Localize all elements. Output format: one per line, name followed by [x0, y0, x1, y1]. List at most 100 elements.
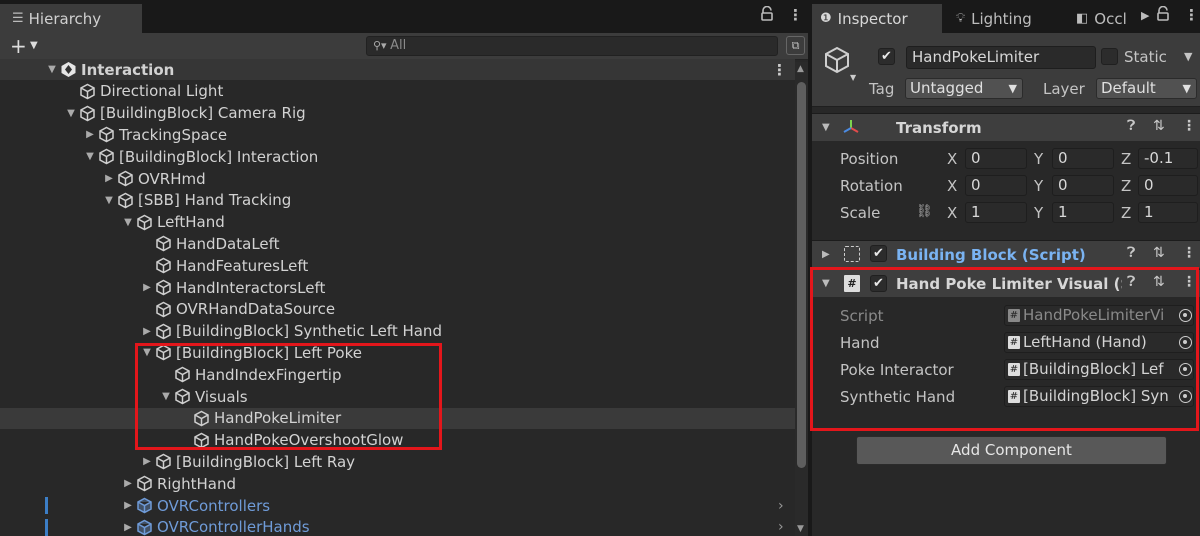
lock-icon[interactable] [760, 5, 774, 25]
gameobject-name-field[interactable]: HandPokeLimiter [906, 46, 1096, 69]
position-y-field[interactable]: 0 [1052, 148, 1114, 169]
prefab-cube-icon [136, 497, 153, 514]
layer-dropdown[interactable]: Default ▼ [1096, 78, 1197, 99]
tab-hierarchy[interactable]: ☰ Hierarchy [0, 4, 142, 33]
scene-visibility-icon[interactable]: ⧉ [786, 36, 805, 55]
scale-x-field[interactable]: 1 [965, 202, 1027, 223]
hierarchy-row-label: HandInteractorsLeft [176, 278, 326, 297]
position-z-field[interactable]: -0.1 [1138, 148, 1198, 169]
tab-scroll-right-icon[interactable]: ▶ [1141, 9, 1149, 22]
rotation-x-field[interactable]: 0 [965, 175, 1027, 196]
hierarchy-row[interactable]: ▼ Interaction ⋮ [0, 59, 795, 80]
open-prefab-arrow-icon[interactable]: › [778, 498, 784, 514]
building-block-header[interactable]: ▶ ✔ Building Block (Script) ❓︎ ⇅ ⋮ [812, 240, 1200, 268]
scale-x-label: X [947, 204, 958, 222]
icon-dropdown-caret[interactable]: ▼ [850, 73, 856, 82]
rotation-y-field[interactable]: 0 [1052, 175, 1114, 196]
inspector-lock-icon[interactable] [1156, 5, 1170, 25]
hierarchy-row[interactable]: HandFeaturesLeft [0, 255, 795, 276]
presets-sliders-icon[interactable]: ⇅ [1153, 118, 1165, 134]
hierarchy-row[interactable]: ▶ OVRHmd [0, 168, 795, 189]
help-icon[interactable]: ❓︎ [1127, 118, 1135, 134]
hierarchy-panel: ☰ Hierarchy ⋮ + ▼ ⚲▾ All ⧉ ▼ Interaction ⋮… [0, 0, 808, 536]
hierarchy-row[interactable]: OVRHandDataSource [0, 299, 795, 320]
tab-inspector[interactable]: ❶ Inspector [812, 4, 942, 33]
foldout-expanded-icon[interactable]: ▼ [65, 108, 77, 119]
foldout-collapsed-icon[interactable]: ▶ [103, 173, 115, 184]
foldout-expanded-icon[interactable]: ▼ [84, 151, 96, 162]
tab-occlusion[interactable]: ◧ Occl [1068, 4, 1135, 33]
transform-axes-icon [842, 118, 860, 140]
hierarchy-row[interactable]: ▼ [SBB] Hand Tracking [0, 190, 795, 211]
hierarchy-row[interactable]: ▶ OVRControllers › [0, 495, 795, 516]
position-x-field[interactable]: 0 [965, 148, 1027, 169]
building-block-enabled-checkbox[interactable]: ✔ [870, 245, 887, 262]
hierarchy-row-label: HandFeaturesLeft [176, 256, 309, 275]
rotation-z-label: Z [1121, 177, 1132, 195]
hierarchy-row[interactable]: ▶ RightHand [0, 473, 795, 494]
hierarchy-row[interactable]: Directional Light [0, 81, 795, 102]
hierarchy-row[interactable]: ▶ TrackingSpace [0, 124, 795, 145]
kebab-menu-icon[interactable]: ⋮ [788, 6, 803, 24]
hierarchy-search-input[interactable]: ⚲▾ All [366, 36, 778, 56]
presets-sliders-icon[interactable]: ⇅ [1153, 245, 1165, 261]
tab-inspector-label: Inspector [837, 9, 908, 28]
foldout-collapsed-icon[interactable]: ▶ [122, 500, 134, 511]
scale-z-label: Z [1121, 204, 1132, 222]
hierarchy-row-label: LeftHand [157, 213, 225, 232]
foldout-expanded-icon[interactable]: ▼ [103, 195, 115, 206]
foldout-collapsed-icon[interactable]: ▶ [141, 326, 153, 337]
hierarchy-row[interactable]: HandDataLeft [0, 233, 795, 254]
scale-y-field[interactable]: 1 [1052, 202, 1114, 223]
building-block-title[interactable]: Building Block (Script) [896, 246, 1086, 264]
hierarchy-scrollbar[interactable]: ▲ ▼ [795, 62, 808, 536]
hierarchy-row[interactable]: ▼ LeftHand [0, 212, 795, 233]
scene-kebab-icon[interactable]: ⋮ [772, 61, 787, 79]
foldout-collapsed-icon[interactable]: ▶ [141, 282, 153, 293]
gameobject-cube-icon [117, 192, 134, 209]
building-block-icon [844, 246, 860, 262]
scroll-down-icon[interactable]: ▼ [797, 524, 804, 534]
tab-lighting[interactable]: 💡︎ Lighting [948, 4, 1040, 33]
help-icon[interactable]: ❓︎ [1127, 245, 1135, 261]
foldout-collapsed-icon[interactable]: ▶ [122, 522, 134, 533]
scale-z-field[interactable]: 1 [1138, 202, 1198, 223]
gameobject-cube-icon [136, 214, 153, 231]
hierarchy-row[interactable]: ▼ [BuildingBlock] Camera Rig [0, 103, 795, 124]
inspector-kebab-icon[interactable]: ⋮ [1184, 6, 1199, 24]
add-component-button[interactable]: Add Component [856, 436, 1167, 465]
occlusion-icon: ◧ [1076, 11, 1089, 26]
foldout-arrow-icon[interactable]: ▼ [822, 122, 830, 133]
tag-dropdown[interactable]: Untagged ▼ [905, 78, 1023, 99]
foldout-collapsed-icon[interactable]: ▶ [84, 129, 96, 140]
hierarchy-row[interactable]: ▼ [BuildingBlock] Interaction [0, 146, 795, 167]
chevron-down-icon[interactable]: ▼ [30, 40, 38, 51]
add-plus-icon[interactable]: + [10, 34, 27, 58]
hierarchy-row-label: OVRHmd [138, 169, 206, 188]
hierarchy-row[interactable]: ▶ [BuildingBlock] Synthetic Left Hand [0, 321, 795, 342]
scrollbar-thumb[interactable] [797, 82, 806, 468]
foldout-expanded-icon[interactable]: ▼ [122, 217, 134, 228]
hierarchy-row-label: TrackingSpace [119, 125, 228, 144]
scroll-up-icon[interactable]: ▲ [797, 64, 804, 74]
component-kebab-icon[interactable]: ⋮ [1182, 118, 1196, 134]
foldout-collapsed-icon[interactable]: ▶ [141, 456, 153, 467]
gameobject-cube-icon [155, 235, 172, 252]
rotation-z-field[interactable]: 0 [1138, 175, 1198, 196]
open-prefab-arrow-icon[interactable]: › [778, 519, 784, 535]
foldout-arrow-icon[interactable]: ▶ [822, 249, 830, 260]
rotation-label: Rotation [840, 177, 903, 195]
hierarchy-row[interactable]: ▶ HandInteractorsLeft [0, 277, 795, 298]
gameobject-active-checkbox[interactable]: ✔ [878, 48, 895, 65]
static-dropdown-icon[interactable]: ▼ [1184, 50, 1192, 63]
component-kebab-icon[interactable]: ⋮ [1182, 245, 1196, 261]
highlight-box-left-poke [135, 343, 442, 450]
constrain-proportions-link-icon[interactable]: ⛓︎ [916, 204, 933, 219]
static-checkbox[interactable] [1101, 48, 1118, 65]
foldout-expanded-icon[interactable]: ▼ [46, 64, 58, 75]
transform-header[interactable]: ▼ Transform ❓︎ ⇅ ⋮ [812, 113, 1200, 141]
gameobject-cube-icon [79, 83, 96, 100]
hierarchy-row[interactable]: ▶ OVRControllerHands › [0, 517, 795, 536]
foldout-collapsed-icon[interactable]: ▶ [122, 478, 134, 489]
hierarchy-row[interactable]: ▶ [BuildingBlock] Left Ray [0, 451, 795, 472]
